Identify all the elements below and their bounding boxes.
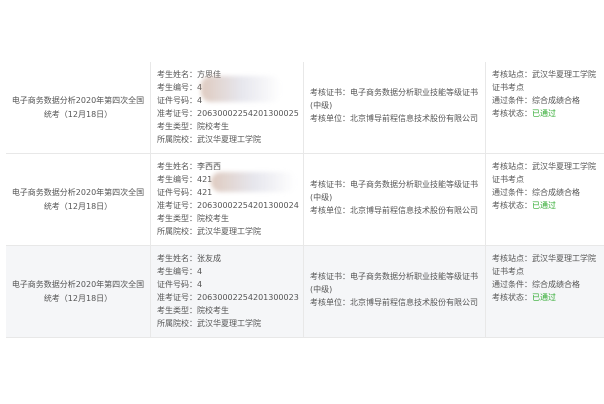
exam-site-suffix: 证书考点 — [492, 175, 524, 184]
exam-site-suffix: 证书考点 — [492, 83, 524, 92]
admission-number: 准考证号：20630002254201300023 — [157, 293, 299, 302]
certificate-level: (中级) — [310, 101, 333, 110]
candidate-name: 考生姓名：张友成 — [157, 254, 221, 263]
pass-condition: 通过条件：综合成绩合格 — [492, 280, 580, 289]
status-badge: 已通过 — [532, 109, 556, 118]
admission-number: 准考证号：20630002254201300025 — [157, 109, 299, 118]
pass-condition: 通过条件：综合成绩合格 — [492, 96, 580, 105]
candidate-cell: 考生姓名：方思佳 考生编号：4 证件号码：4 准考证号：206300022542… — [151, 62, 304, 153]
exam-site: 考核站点：武汉华夏理工学院 — [492, 254, 596, 263]
admission-number: 准考证号：20630002254201300024 — [157, 201, 299, 210]
exam-status: 考核状态：已通过 — [492, 201, 556, 210]
certificate-name: 考核证书：电子商务数据分析职业技能等级证书 — [310, 180, 478, 189]
exam-name: 电子商务数据分析2020年第四次全国 — [11, 280, 145, 289]
candidate-school: 所属院校：武汉华夏理工学院 — [157, 227, 261, 236]
exam-cell: 电子商务数据分析2020年第四次全国 统考（12月18日） — [6, 246, 151, 337]
privacy-blur — [211, 172, 296, 192]
site-cell: 考核站点：武汉华夏理工学院 证书考点 通过条件：综合成绩合格 考核状态：已通过 — [486, 62, 604, 153]
certificate-name: 考核证书：电子商务数据分析职业技能等级证书 — [310, 272, 478, 281]
exam-unit: 考核单位：北京博导前程信息技术股份有限公司 — [310, 206, 478, 215]
candidate-id-number: 证件号码：4 — [157, 280, 203, 289]
exam-status: 考核状态：已通过 — [492, 109, 556, 118]
table-row: 电子商务数据分析2020年第四次全国 统考（12月18日） 考生姓名：张友成 考… — [6, 246, 604, 338]
exam-unit: 考核单位：北京博导前程信息技术股份有限公司 — [310, 114, 478, 123]
candidate-type: 考生类型：院校考生 — [157, 214, 229, 223]
exam-site: 考核站点：武汉华夏理工学院 — [492, 70, 596, 79]
certificate-level: (中级) — [310, 193, 333, 202]
candidate-type: 考生类型：院校考生 — [157, 122, 229, 131]
candidate-number: 考生编号：4 — [157, 267, 203, 276]
exam-date: 统考（12月18日） — [43, 110, 113, 119]
certificate-name: 考核证书：电子商务数据分析职业技能等级证书 — [310, 88, 478, 97]
exam-name: 电子商务数据分析2020年第四次全国 — [11, 188, 145, 197]
exam-name: 电子商务数据分析2020年第四次全国 — [11, 96, 145, 105]
candidate-type: 考生类型：院校考生 — [157, 306, 229, 315]
certificate-cell: 考核证书：电子商务数据分析职业技能等级证书 (中级) 考核单位：北京博导前程信息… — [304, 154, 486, 245]
exam-status: 考核状态：已通过 — [492, 293, 556, 302]
candidate-school: 所属院校：武汉华夏理工学院 — [157, 319, 261, 328]
certificate-cell: 考核证书：电子商务数据分析职业技能等级证书 (中级) 考核单位：北京博导前程信息… — [304, 62, 486, 153]
privacy-blur — [201, 76, 281, 102]
exam-site: 考核站点：武汉华夏理工学院 — [492, 162, 596, 171]
exam-date: 统考（12月18日） — [43, 294, 113, 303]
site-cell: 考核站点：武汉华夏理工学院 证书考点 通过条件：综合成绩合格 考核状态：已通过 — [486, 246, 604, 337]
site-cell: 考核站点：武汉华夏理工学院 证书考点 通过条件：综合成绩合格 考核状态：已通过 — [486, 154, 604, 245]
table-row: 电子商务数据分析2020年第四次全国 统考（12月18日） 考生姓名：方思佳 考… — [6, 62, 604, 154]
exam-unit: 考核单位：北京博导前程信息技术股份有限公司 — [310, 298, 478, 307]
candidate-cell: 考生姓名：张友成 考生编号：4 证件号码：4 准考证号：206300022542… — [151, 246, 304, 337]
pass-condition: 通过条件：综合成绩合格 — [492, 188, 580, 197]
certificate-level: (中级) — [310, 285, 333, 294]
status-badge: 已通过 — [532, 293, 556, 302]
candidate-school: 所属院校：武汉华夏理工学院 — [157, 135, 261, 144]
exam-site-suffix: 证书考点 — [492, 267, 524, 276]
table-row: 电子商务数据分析2020年第四次全国 统考（12月18日） 考生姓名：李西西 考… — [6, 154, 604, 246]
exam-cell: 电子商务数据分析2020年第四次全国 统考（12月18日） — [6, 154, 151, 245]
results-table: 电子商务数据分析2020年第四次全国 统考（12月18日） 考生姓名：方思佳 考… — [6, 62, 604, 338]
candidate-cell: 考生姓名：李西西 考生编号：421 证件号码：421 准考证号：20630002… — [151, 154, 304, 245]
certificate-cell: 考核证书：电子商务数据分析职业技能等级证书 (中级) 考核单位：北京博导前程信息… — [304, 246, 486, 337]
status-badge: 已通过 — [532, 201, 556, 210]
exam-cell: 电子商务数据分析2020年第四次全国 统考（12月18日） — [6, 62, 151, 153]
exam-date: 统考（12月18日） — [43, 202, 113, 211]
